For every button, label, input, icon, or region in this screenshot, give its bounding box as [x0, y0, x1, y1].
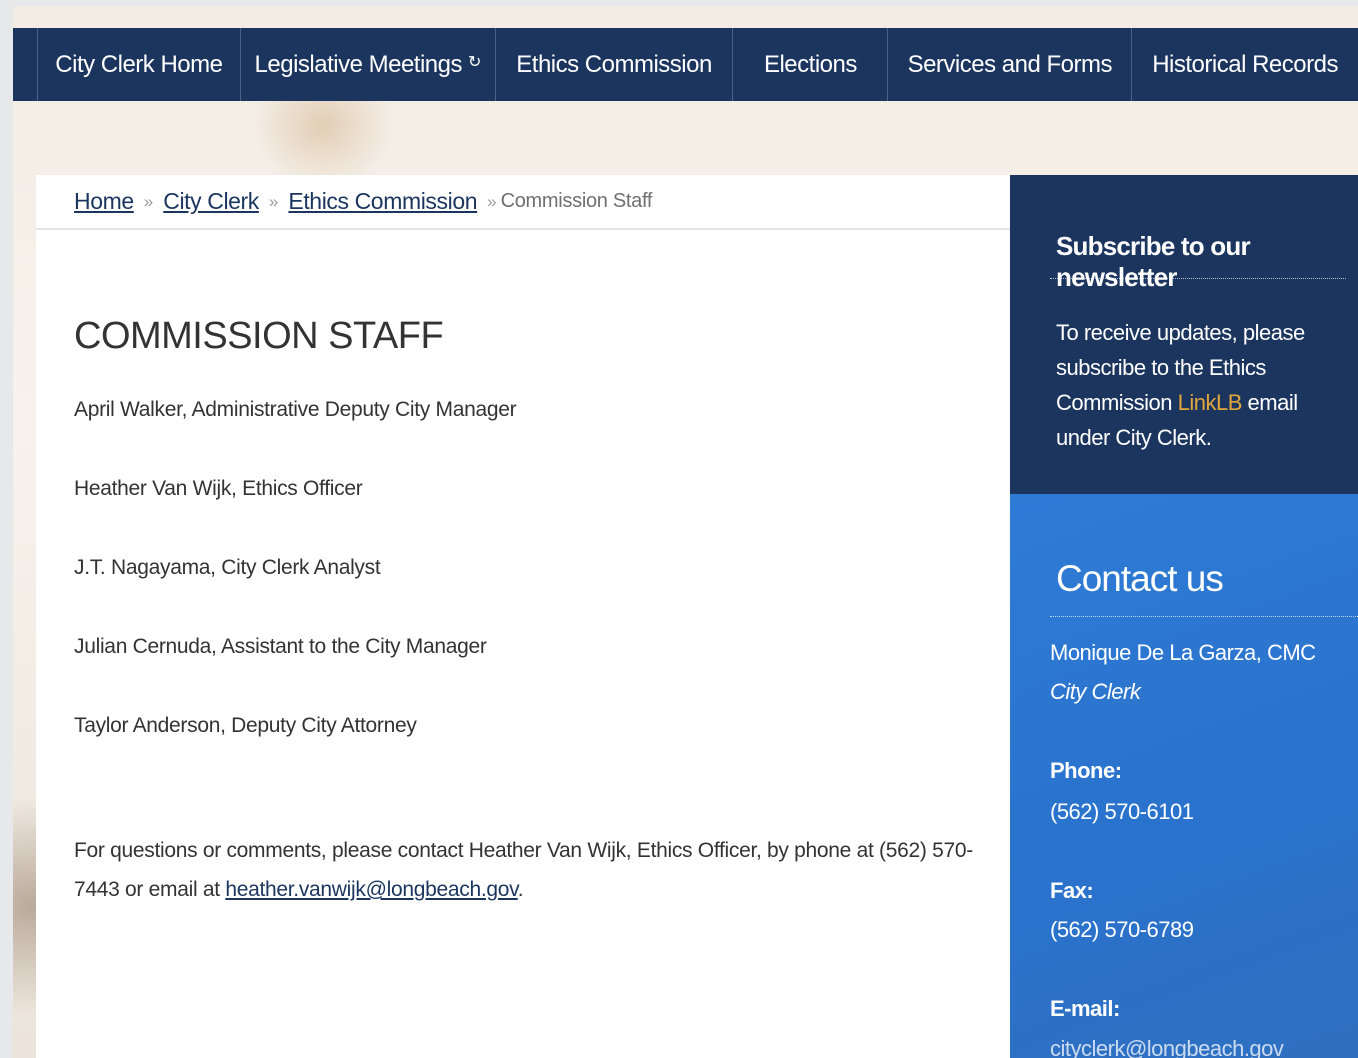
fax-number: (562) 570-6789: [1050, 917, 1194, 942]
top-navigation: City Clerk Home Legislative Meetings ↻ E…: [13, 28, 1358, 101]
staff-member: Julian Cernuda, Assistant to the City Ma…: [74, 635, 487, 658]
contact-panel: Contact us Monique De La Garza, CMC City…: [1010, 494, 1358, 1058]
breadcrumb-current: Commission Staff: [500, 190, 653, 212]
ethics-officer-email-link[interactable]: heather.vanwijk@longbeach.gov: [225, 878, 518, 901]
staff-member: J.T. Nagayama, City Clerk Analyst: [74, 556, 381, 579]
nav-item-label: Services and Forms: [907, 50, 1113, 78]
main-content: Home » City Clerk » Ethics Commission » …: [36, 175, 1010, 1058]
staff-member: Taylor Anderson, Deputy City Attorney: [74, 714, 417, 737]
nav-item-label: Historical Records: [1152, 50, 1338, 78]
nav-item-services-and-forms[interactable]: Services and Forms: [888, 28, 1133, 101]
contact-note: For questions or comments, please contac…: [74, 831, 984, 909]
nav-item-ethics-commission[interactable]: Ethics Commission: [496, 28, 734, 101]
staff-member: April Walker, Administrative Deputy City…: [74, 398, 517, 421]
nav-item-label: City Clerk Home: [55, 50, 223, 78]
phone-label: Phone:: [1050, 758, 1122, 783]
contact-title: Contact us: [1056, 558, 1224, 599]
nav-item-historical-records[interactable]: Historical Records: [1132, 28, 1358, 101]
newsletter-text: To receive updates, please subscribe to …: [1056, 315, 1346, 455]
staff-member: Heather Van Wijk, Ethics Officer: [74, 477, 363, 500]
contact-note-text: For questions or comments, please contac…: [74, 839, 973, 901]
breadcrumb-home-link[interactable]: Home: [74, 188, 134, 215]
divider: [1050, 616, 1358, 617]
divider: [1050, 278, 1346, 279]
phone-number[interactable]: (562) 570-6101: [1050, 799, 1194, 825]
email-label: E-mail:: [1050, 996, 1120, 1021]
newsletter-panel: Subscribe to our newsletter To receive u…: [1010, 175, 1358, 494]
nav-item-label: Legislative Meetings: [254, 50, 463, 78]
nav-item-label: Ethics Commission: [516, 50, 712, 78]
contact-note-end: .: [517, 878, 524, 901]
fax-label: Fax:: [1050, 878, 1094, 903]
external-link-icon: ↻: [468, 53, 481, 71]
nav-item-label: Elections: [763, 50, 857, 78]
breadcrumb-separator: »: [487, 191, 497, 211]
nav-item-elections[interactable]: Elections: [733, 28, 889, 101]
newsletter-title: Subscribe to our newsletter: [1056, 231, 1251, 292]
breadcrumb-ethics-commission-link[interactable]: Ethics Commission: [288, 188, 477, 215]
nav-divider: [13, 28, 38, 101]
clerk-email-link[interactable]: cityclerk@longbeach.gov: [1050, 1036, 1284, 1058]
linklb-link[interactable]: LinkLB: [1178, 390, 1243, 415]
page-title: COMMISSION STAFF: [74, 315, 444, 357]
breadcrumb-separator: »: [268, 191, 279, 211]
breadcrumb-city-clerk-link[interactable]: City Clerk: [163, 188, 259, 215]
breadcrumb: Home » City Clerk » Ethics Commission » …: [36, 175, 1010, 230]
breadcrumb-separator: »: [143, 191, 154, 211]
contact-name: Monique De La Garza, CMC: [1050, 640, 1316, 665]
contact-role: City Clerk: [1050, 679, 1141, 704]
nav-item-city-clerk-home[interactable]: City Clerk Home: [38, 28, 241, 101]
nav-item-legislative-meetings[interactable]: Legislative Meetings ↻: [241, 28, 496, 101]
